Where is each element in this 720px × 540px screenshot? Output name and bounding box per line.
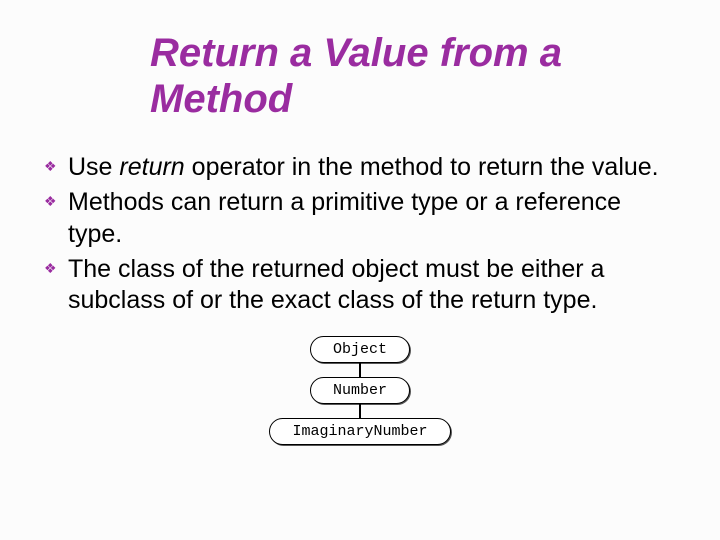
slide-title: Return a Value from a Method <box>150 30 690 122</box>
list-item: ❖ The class of the returned object must … <box>40 254 670 317</box>
bullet-text-post: operator in the method to return the val… <box>185 153 659 181</box>
bullet-list: ❖ Use return operator in the method to r… <box>30 152 690 316</box>
bullet-text-pre: Methods can return a primitive type or a… <box>68 188 621 247</box>
diamond-bullet-icon: ❖ <box>44 160 56 172</box>
bullet-text-pre: Use <box>68 153 119 181</box>
diagram-node: Number <box>310 377 410 404</box>
diamond-bullet-icon: ❖ <box>44 195 56 207</box>
list-item: ❖ Methods can return a primitive type or… <box>40 187 670 250</box>
bullet-text-em: return <box>119 153 184 181</box>
diagram-node: Object <box>310 336 410 363</box>
bullet-text-pre: The class of the returned object must be… <box>68 255 604 314</box>
diagram-node: ImaginaryNumber <box>269 418 450 445</box>
diagram-connector <box>359 363 361 377</box>
list-item: ❖ Use return operator in the method to r… <box>40 152 670 183</box>
diagram-connector <box>359 404 361 418</box>
class-hierarchy-diagram: Object Number ImaginaryNumber <box>235 336 485 445</box>
diamond-bullet-icon: ❖ <box>44 262 56 274</box>
